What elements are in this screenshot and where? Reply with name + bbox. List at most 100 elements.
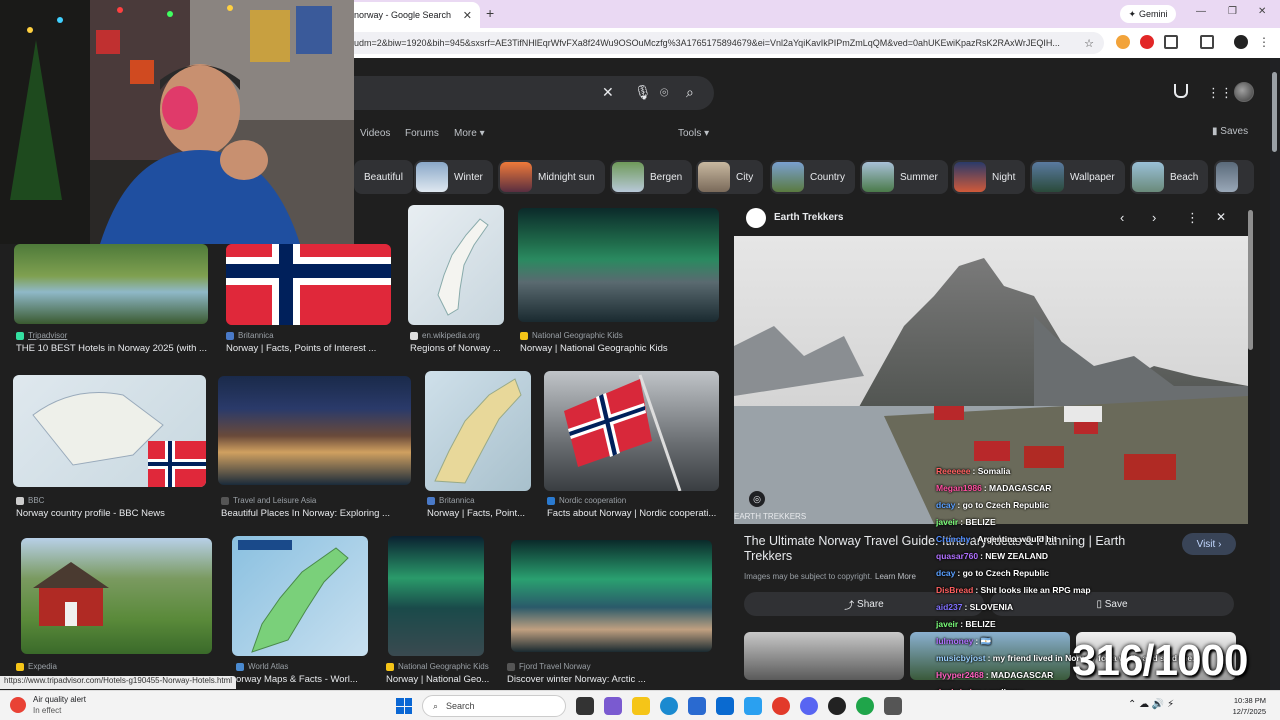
copyright-notice: Images may be subject to copyright. [744,572,873,581]
close-panel-icon[interactable]: ✕ [1216,210,1226,224]
saves-button[interactable]: ▮ Saves [1212,126,1248,137]
result-caption[interactable]: Norway country profile - BBC News [16,508,212,519]
search-icon[interactable]: ⌕ [686,84,694,101]
result-image-bbc-map[interactable] [13,375,206,487]
taskbar-search[interactable]: ⌕ Search [422,695,566,717]
learn-more-link[interactable]: Learn More [875,572,916,581]
save-button[interactable]: ▯ Save [990,592,1234,616]
panel-source-title[interactable]: Earth Trekkers [774,212,844,223]
panel-scrollbar[interactable] [1248,210,1253,350]
more-options-icon[interactable]: ⋮ [1186,210,1199,226]
outlook-icon[interactable] [716,697,734,715]
gemini-button[interactable]: ✦ Gemini [1120,5,1176,23]
result-caption[interactable]: Norway | Facts, Points of Interest ... [226,343,396,354]
result-caption[interactable]: Norway | National Geographic Kids [520,343,720,354]
chrome-profile-icon[interactable] [856,697,874,715]
result-caption[interactable]: Discover winter Norway: Arctic ... [507,674,707,685]
preview-image[interactable] [734,236,1248,524]
result-image-wikipedia-map[interactable] [408,205,504,325]
result-image-fjord-travel[interactable] [511,540,712,652]
tab-close-icon[interactable]: ✕ [463,9,472,22]
new-tab-button[interactable]: + [486,5,494,21]
chat-username: Reeeeee [936,466,971,476]
system-tray[interactable]: ⌃ ☁ 🔊 ⚡ [1128,699,1174,710]
tab-google-search[interactable]: norway - Google Search ✕ [344,2,480,28]
result-caption[interactable]: Norway | Facts, Point... [427,508,535,519]
discord-icon[interactable] [800,697,818,715]
chip-city[interactable]: City [696,160,764,194]
chip-night[interactable]: Night [952,160,1026,194]
source-label: National Geographic Kids [398,662,489,671]
voice-search-icon[interactable]: 🎙 [634,84,652,101]
chip-next[interactable] [1214,160,1254,194]
chip-summer[interactable]: Summer [860,160,948,194]
result-image-tripadvisor[interactable] [14,244,208,324]
lens-search-icon[interactable]: ⌾ [660,84,668,101]
system-clock[interactable]: 10:38 PM 12/7/2025 [1226,695,1266,717]
visual-search-icon[interactable]: ◎ [748,490,766,508]
side-panel-icon[interactable] [1200,35,1214,49]
address-bar[interactable]: udm=2&biw=1920&bih=945&sxsrf=AE3TifNHlEq… [344,32,1104,54]
task-view-icon[interactable] [576,697,594,715]
result-image-worldatlas-map[interactable] [232,536,368,656]
chrome-icon[interactable] [772,697,790,715]
result-caption[interactable]: THE 10 BEST Hotels in Norway 2025 (with … [16,343,212,354]
result-caption[interactable]: Regions of Norway ... [410,343,510,354]
window-close-icon[interactable]: ✕ [1258,6,1266,17]
minimize-icon[interactable]: — [1196,6,1206,17]
result-source: National Geographic Kids [386,662,489,671]
photos-icon[interactable] [744,697,762,715]
result-image-nordic-flag[interactable] [544,371,719,491]
nav-more[interactable]: More ▾ [454,128,485,139]
result-image-britannica-flag[interactable] [226,244,391,325]
chip-wallpaper[interactable]: Wallpaper [1030,160,1125,194]
page-scrollbar[interactable] [1270,58,1280,690]
tools-button[interactable]: Tools ▾ [678,128,709,139]
visit-button[interactable]: Visit › [1182,533,1236,555]
clear-search-icon[interactable]: ✕ [602,84,614,101]
chip-winter[interactable]: Winter [414,160,493,194]
chat-message: Hyyper2468: MADAGASCAR [936,670,1053,680]
extensions-puzzle-icon[interactable] [1164,35,1178,49]
scroll-thumb[interactable] [1272,72,1277,152]
windows-start-icon[interactable] [396,698,412,714]
result-image-expedia[interactable] [21,538,212,654]
bookmark-star-icon[interactable]: ☆ [1084,37,1094,50]
browser-menu-icon[interactable]: ⋮ [1258,35,1270,49]
result-image-britannica-map[interactable] [425,371,531,491]
obs-icon[interactable] [828,697,846,715]
chip-beach[interactable]: Beach [1130,160,1209,194]
store-icon[interactable] [688,697,706,715]
chat-message: aid237: SLOVENIA [936,602,1013,612]
nav-forums[interactable]: Forums [405,128,439,139]
related-image[interactable] [744,632,904,680]
maximize-icon[interactable]: ❐ [1228,6,1237,17]
edge-icon[interactable] [660,697,678,715]
next-image-icon[interactable]: › [1152,210,1156,225]
result-caption[interactable]: Norway | National Geo... [386,674,492,685]
settings-gear-icon[interactable] [884,697,902,715]
chip-bergen[interactable]: Bergen [610,160,693,194]
result-image-natgeo-kids-2[interactable] [388,536,484,656]
chip-beautiful[interactable]: Beautiful [354,160,413,194]
file-explorer-icon[interactable] [632,697,650,715]
result-caption[interactable]: Facts about Norway | Nordic cooperati... [547,508,719,519]
taskbar-search-label: Search [446,701,475,711]
google-account-avatar[interactable] [1234,82,1254,102]
result-caption[interactable]: Beautiful Places In Norway: Exploring ..… [221,508,417,519]
result-caption[interactable]: orway Maps & Facts - Worl... [236,674,366,685]
chip-country[interactable]: Country [770,160,856,194]
nav-videos[interactable]: Videos [360,128,390,139]
result-image-natgeo-kids[interactable] [518,208,719,322]
previous-image-icon[interactable]: ‹ [1120,210,1124,225]
result-image-travel-leisure[interactable] [218,376,411,485]
chip-thumbnail [416,162,448,192]
profile-avatar[interactable] [1234,35,1248,49]
extension-icon[interactable] [1116,35,1130,49]
search-input[interactable]: ✕ 🎙 ⌾ ⌕ [340,76,714,110]
teams-icon[interactable] [604,697,622,715]
chip-midnight-sun[interactable]: Midnight sun [498,160,605,194]
source-label: Fjord Travel Norway [519,662,591,671]
labs-flask-icon[interactable] [1174,84,1188,98]
opera-extension-icon[interactable] [1140,35,1154,49]
